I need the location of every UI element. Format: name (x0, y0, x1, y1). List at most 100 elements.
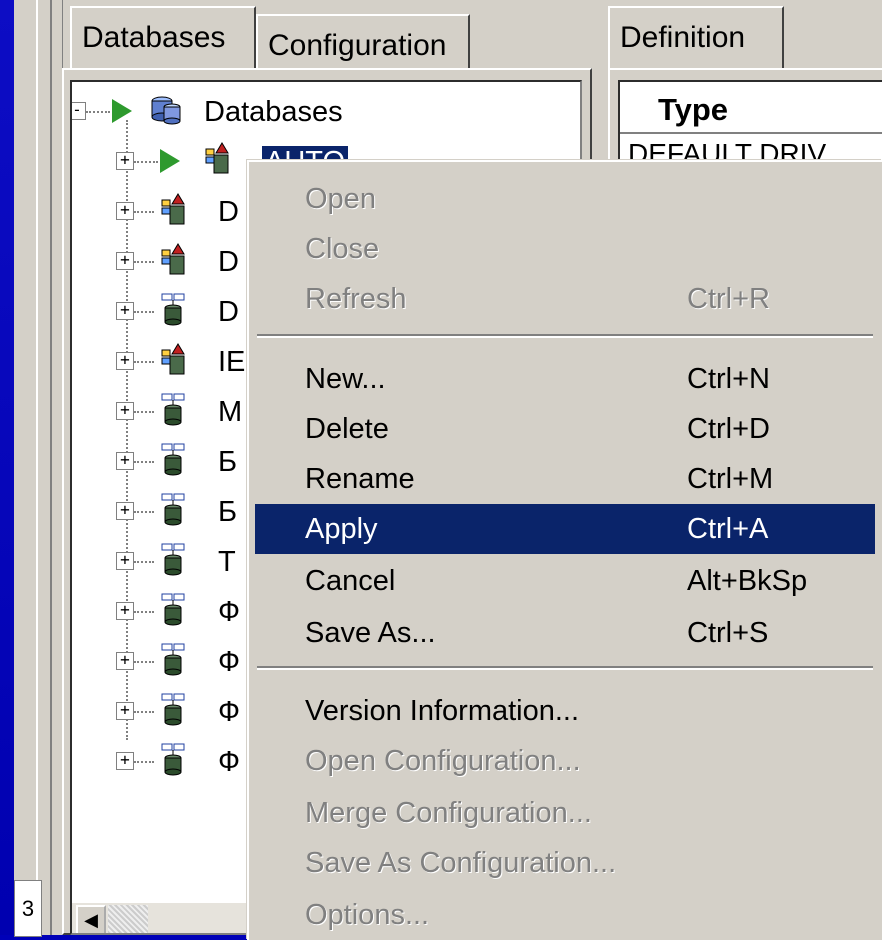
scroll-left-button[interactable]: ◀ (76, 905, 106, 933)
mini-field[interactable]: 3 (14, 880, 42, 937)
blue-db-icon (161, 743, 185, 776)
blue-db-icon (161, 443, 185, 476)
tree-row-label[interactable]: Б (218, 438, 237, 486)
tree-connector (134, 511, 154, 513)
menu-item-version-information[interactable]: Version Information... (255, 686, 875, 736)
menu-item-apply[interactable]: Apply Ctrl+A (255, 504, 875, 554)
tree-row-label[interactable]: D (218, 238, 239, 286)
tree-row-expander[interactable]: + (116, 752, 134, 770)
menu-item-open-configuration[interactable]: Open Configuration... (255, 736, 875, 786)
column-header-type[interactable]: Type (658, 92, 728, 128)
splitter-shadow (50, 0, 52, 935)
red-db-icon (205, 142, 229, 174)
menu-item-cancel[interactable]: Cancel Alt+BkSp (255, 556, 875, 606)
blue-db-icon (161, 543, 185, 576)
tree-row-label[interactable]: Ф (218, 738, 240, 786)
tree-connector (86, 111, 110, 113)
tree-row-expander[interactable]: + (116, 702, 134, 720)
tree-connector (134, 661, 154, 663)
splitter-highlight (36, 0, 38, 935)
tab-definition[interactable]: Definition (608, 6, 784, 70)
menu-item-open[interactable]: Open (255, 174, 875, 224)
tree-row-expander[interactable]: + (116, 602, 134, 620)
tree-row-expander[interactable]: + (116, 552, 134, 570)
menu-item-label: Save As... (305, 617, 436, 649)
tree-row-label[interactable]: Ф (218, 588, 240, 636)
menu-item-options[interactable]: Options... (255, 890, 875, 940)
tree-row-label[interactable]: Т (218, 538, 236, 586)
tree-row-expander[interactable]: + (116, 202, 134, 220)
red-db-icon (161, 343, 185, 375)
menu-item-label: Open (305, 183, 376, 215)
tree-row-expander[interactable]: + (116, 252, 134, 270)
menu-item-label: Apply (305, 513, 378, 545)
menu-item-label: New... (305, 363, 386, 395)
menu-item-shortcut: Ctrl+R (687, 283, 770, 315)
menu-item-save-as[interactable]: Save As... Ctrl+S (255, 608, 875, 658)
menu-item-shortcut: Ctrl+S (687, 617, 769, 649)
tree-connector (134, 211, 154, 213)
menu-item-close[interactable]: Close (255, 224, 875, 274)
tree-row-label[interactable]: Ф (218, 638, 240, 686)
tree-row-label[interactable]: M (218, 388, 242, 436)
tree-row-expander[interactable]: + (116, 452, 134, 470)
menu-item-label: Cancel (305, 565, 396, 597)
menu-item-rename[interactable]: Rename Ctrl+M (255, 454, 875, 504)
blue-db-icon (161, 693, 185, 726)
red-db-icon (161, 243, 185, 275)
tree-row-label[interactable]: D (218, 188, 239, 236)
tree-row-expander[interactable]: + (116, 152, 134, 170)
tree-row-label[interactable]: IE (218, 338, 245, 386)
menu-item-label: Open Configuration... (305, 745, 581, 777)
menu-item-shortcut: Ctrl+M (687, 463, 774, 495)
tree-connector (134, 311, 154, 313)
root-expander[interactable]: - (72, 102, 86, 120)
menu-item-save-as-configuration[interactable]: Save As Configuration... (255, 838, 875, 888)
databases-folder-icon (151, 96, 181, 125)
tree-connector (134, 411, 154, 413)
tree-root-label[interactable]: Databases (204, 88, 343, 136)
blue-db-icon (161, 593, 185, 626)
menu-item-merge-configuration[interactable]: Merge Configuration... (255, 788, 875, 838)
tree-connector (134, 261, 154, 263)
menu-item-label: Refresh (305, 283, 407, 315)
blue-db-icon (161, 643, 185, 676)
blue-db-icon (161, 293, 185, 326)
tab-databases[interactable]: Databases (70, 6, 256, 70)
play-icon (160, 149, 180, 173)
tree-row-expander[interactable]: + (116, 652, 134, 670)
menu-separator (257, 334, 873, 338)
play-icon (112, 99, 132, 123)
menu-item-refresh[interactable]: Refresh Ctrl+R (255, 274, 875, 324)
menu-item-shortcut: Ctrl+N (687, 363, 770, 395)
menu-item-shortcut: Ctrl+D (687, 413, 770, 445)
header-divider (620, 132, 882, 134)
context-menu: Open Close Refresh Ctrl+R New... Ctrl+N Delete… (247, 160, 882, 940)
tree-row-expander[interactable]: + (116, 352, 134, 370)
tree-connector (134, 761, 154, 763)
menu-item-label: Merge Configuration... (305, 797, 592, 829)
menu-item-shortcut: Alt+BkSp (687, 565, 808, 597)
tree-connector (134, 561, 154, 563)
left-splitter-strip[interactable]: 3 (14, 0, 63, 937)
menu-item-new[interactable]: New... Ctrl+N (255, 354, 875, 404)
menu-item-shortcut: Ctrl+A (687, 513, 769, 545)
menu-item-label: Options... (305, 899, 430, 931)
red-db-icon (161, 193, 185, 225)
tree-row-label[interactable]: D (218, 288, 239, 336)
tree-row-expander[interactable]: + (116, 402, 134, 420)
menu-item-delete[interactable]: Delete Ctrl+D (255, 404, 875, 454)
tree-connector (134, 711, 154, 713)
tree-connector (134, 461, 154, 463)
menu-separator (257, 666, 873, 670)
tab-configuration[interactable]: Configuration (256, 14, 470, 70)
menu-item-label: Delete (305, 413, 389, 445)
tree-row-label[interactable]: Ф (218, 688, 240, 736)
tree-connector (134, 611, 154, 613)
blue-db-icon (161, 493, 185, 526)
tree-row-expander[interactable]: + (116, 502, 134, 520)
tree-row-label[interactable]: Б (218, 488, 237, 536)
tree-row-expander[interactable]: + (116, 302, 134, 320)
menu-item-label: Save As Configuration... (305, 847, 617, 879)
scroll-track[interactable] (108, 905, 148, 933)
